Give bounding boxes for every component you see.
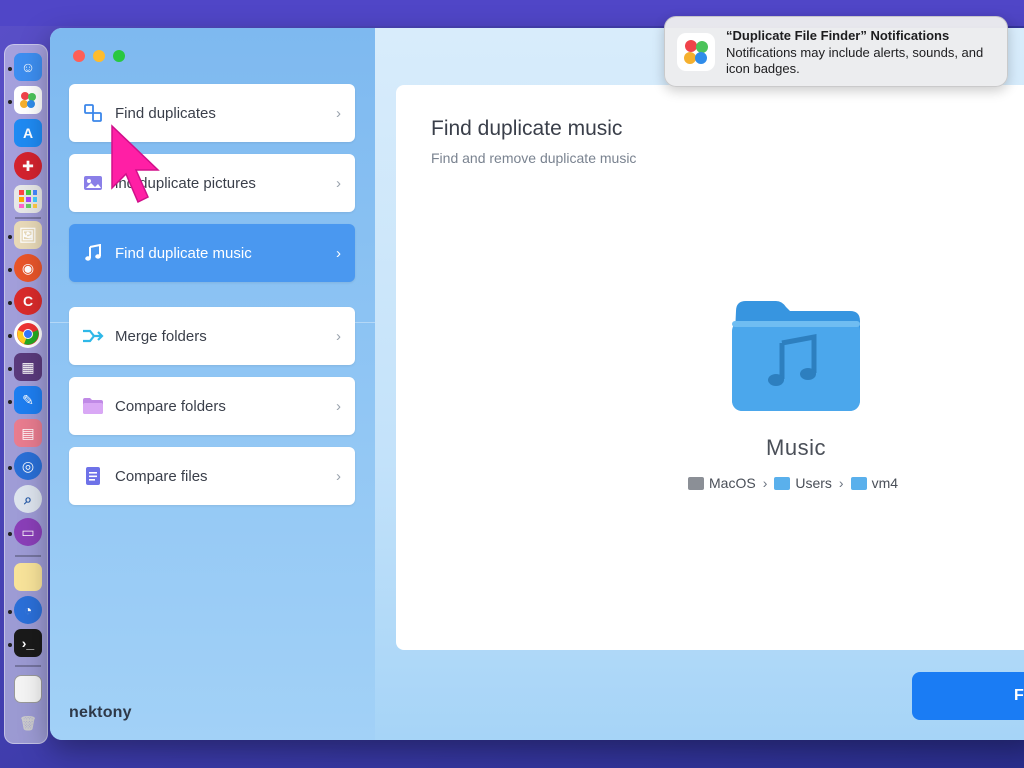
nav-compare-files[interactable]: Compare files › bbox=[69, 447, 355, 505]
preview-icon[interactable]: 🖼 bbox=[14, 221, 42, 249]
page-title: Find duplicate music bbox=[431, 117, 623, 140]
chrome-icon[interactable] bbox=[14, 320, 42, 348]
chevron-right-icon: › bbox=[336, 244, 341, 262]
folder-name: Music bbox=[766, 435, 826, 460]
breadcrumb-item[interactable]: MacOS bbox=[688, 475, 756, 491]
finder-icon[interactable]: ☺ bbox=[14, 53, 42, 81]
music-note-icon bbox=[82, 242, 104, 264]
nav-label: Find duplicate music bbox=[115, 244, 252, 262]
minimize-window-button[interactable] bbox=[93, 50, 105, 62]
nav-label: Compare folders bbox=[115, 397, 226, 415]
nav-compare-folders[interactable]: Compare folders › bbox=[69, 377, 355, 435]
window-thumbnail-icon[interactable] bbox=[14, 675, 42, 703]
dock-running-dot bbox=[8, 301, 12, 305]
music-folder-icon[interactable] bbox=[730, 299, 862, 415]
remote-desktop-icon[interactable]: ▭ bbox=[14, 518, 42, 546]
dock-running-dot bbox=[8, 466, 12, 470]
dock-running-dot bbox=[8, 67, 12, 71]
chevron-right-icon: › bbox=[838, 475, 844, 491]
notification-banner[interactable]: “Duplicate File Finder” Notifications No… bbox=[664, 16, 1008, 87]
trash-icon[interactable]: 🗑 bbox=[14, 709, 42, 737]
page-subtitle: Find and remove duplicate music bbox=[431, 150, 637, 166]
notification-body: Notifications may include alerts, sounds… bbox=[726, 45, 984, 76]
dock-running-dot bbox=[8, 532, 12, 536]
sidebar: Find duplicates › ind duplicate pictures… bbox=[50, 28, 375, 740]
dock-running-dot bbox=[8, 367, 12, 371]
dock-running-dot bbox=[8, 268, 12, 272]
dock-separator bbox=[15, 665, 41, 667]
dock-running-dot bbox=[8, 400, 12, 404]
folder-icon bbox=[850, 476, 867, 490]
breadcrumb-item[interactable]: vm4 bbox=[850, 475, 899, 491]
magnifier-icon[interactable]: ⌕ bbox=[14, 485, 42, 513]
firefox-icon[interactable]: ◉ bbox=[14, 254, 42, 282]
app-window: Find duplicates › ind duplicate pictures… bbox=[50, 28, 1024, 740]
close-window-button[interactable] bbox=[73, 50, 85, 62]
nav-merge-folders[interactable]: Merge folders › bbox=[69, 307, 355, 365]
breadcrumb-item[interactable]: Users bbox=[774, 475, 832, 491]
archiver-icon[interactable]: ▤ bbox=[14, 419, 42, 447]
folder-icon bbox=[82, 395, 104, 417]
dock-running-dot bbox=[8, 100, 12, 104]
launchpad-icon[interactable] bbox=[14, 185, 42, 213]
dock-separator bbox=[15, 555, 41, 557]
screenshot-icon[interactable]: ▦ bbox=[14, 353, 42, 381]
duplicate-file-finder-dock-icon[interactable] bbox=[14, 86, 42, 114]
find-button[interactable]: Fi bbox=[912, 672, 1024, 720]
breadcrumb-label: vm4 bbox=[871, 475, 899, 491]
chevron-right-icon: › bbox=[336, 327, 341, 345]
merge-arrow-icon bbox=[82, 325, 104, 347]
notification-title: “Duplicate File Finder” Notifications bbox=[726, 28, 950, 43]
chevron-right-icon: › bbox=[336, 397, 341, 415]
dock-running-dot bbox=[8, 643, 12, 647]
breadcrumb-label: Users bbox=[795, 475, 832, 491]
nektony-logo: nektony bbox=[69, 704, 132, 721]
nav-find-duplicate-music[interactable]: Find duplicate music › bbox=[69, 224, 355, 282]
nav-label: Merge folders bbox=[115, 327, 207, 345]
breadcrumb-label: MacOS bbox=[709, 475, 756, 491]
notes-icon[interactable] bbox=[14, 563, 42, 591]
terminal-icon[interactable]: ›_ bbox=[14, 629, 42, 657]
dock-separator bbox=[15, 217, 41, 219]
chevron-right-icon: › bbox=[336, 104, 341, 122]
file-icon bbox=[82, 465, 104, 487]
nav-label: Find duplicates bbox=[115, 104, 216, 122]
duplicate-file-finder-app-icon bbox=[677, 33, 715, 71]
dock: ☺ A ✚ 🖼 ◉ C ▦ ✎ ▤ ◎ ⌕ ▭ ◔ ›_ 🗑 bbox=[4, 44, 48, 744]
nav-label: Compare files bbox=[115, 467, 208, 485]
dock-running-dot bbox=[8, 610, 12, 614]
dock-running-dot bbox=[8, 235, 12, 239]
drive-icon bbox=[688, 476, 704, 490]
dock-running-dot bbox=[8, 334, 12, 338]
chevron-right-icon: › bbox=[762, 475, 768, 491]
duplicates-icon bbox=[82, 102, 104, 124]
zoom-window-button[interactable] bbox=[113, 50, 125, 62]
breadcrumb: MacOS › Users › vm4 bbox=[688, 475, 898, 491]
main-card: Find duplicate music Find and remove dup… bbox=[396, 85, 1024, 650]
chevron-right-icon: › bbox=[336, 174, 341, 192]
folder-icon bbox=[774, 476, 791, 490]
opera-icon[interactable]: C bbox=[14, 287, 42, 315]
cleaner-icon[interactable]: ✎ bbox=[14, 386, 42, 414]
shield-icon[interactable]: ✚ bbox=[14, 152, 42, 180]
chevron-right-icon: › bbox=[336, 467, 341, 485]
safari-icon[interactable]: ◎ bbox=[14, 452, 42, 480]
ftp-client-icon[interactable]: ◔ bbox=[14, 596, 42, 624]
pictures-icon bbox=[82, 172, 104, 194]
app-store-icon[interactable]: A bbox=[14, 119, 42, 147]
mouse-pointer-icon bbox=[111, 124, 160, 204]
